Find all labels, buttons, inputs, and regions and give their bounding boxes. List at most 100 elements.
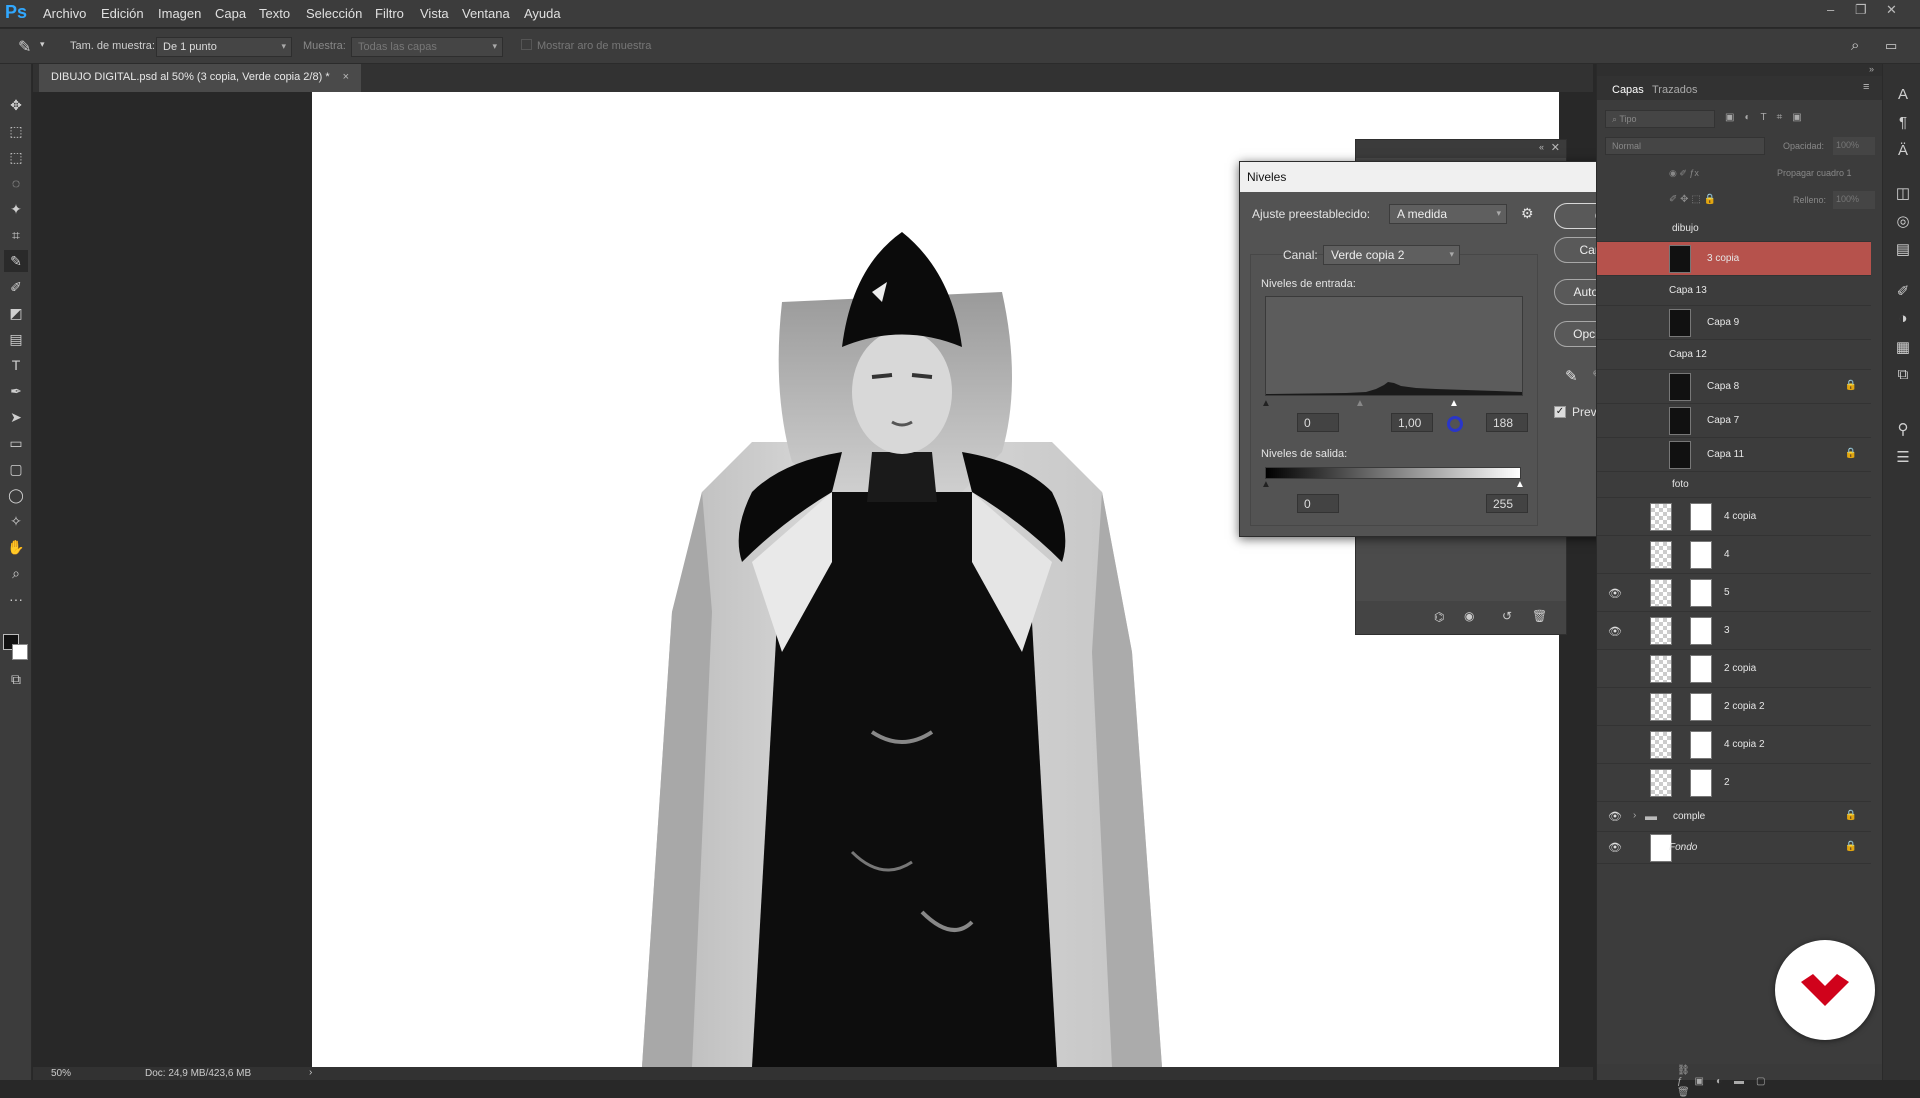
paragraph-panel-icon[interactable]: ¶ xyxy=(1894,114,1912,132)
libraries-panel-icon[interactable]: ▤ xyxy=(1894,240,1912,258)
layer-group-comple[interactable]: 👁 › ▬ comple 🔒 xyxy=(1597,802,1871,832)
path-selection-tool-icon[interactable]: ➤ xyxy=(4,406,28,428)
trash-icon[interactable]: 🗑 xyxy=(1532,609,1547,623)
ellipse-tool-icon[interactable]: ◯ xyxy=(4,484,28,506)
zoom-tool-icon[interactable]: ⌕ xyxy=(4,562,28,584)
menu-ventana[interactable]: Ventana xyxy=(462,6,510,21)
magic-wand-tool-icon[interactable]: ✦ xyxy=(4,198,28,220)
menu-vista[interactable]: Vista xyxy=(420,6,449,21)
input-black-field[interactable]: 0 xyxy=(1297,413,1339,432)
menu-filtro[interactable]: Filtro xyxy=(375,6,404,21)
menu-seleccion[interactable]: Selección xyxy=(306,6,362,21)
layer-row[interactable]: 2 xyxy=(1597,764,1871,802)
output-black-slider[interactable]: ▲ xyxy=(1261,479,1271,490)
color-panel-icon[interactable]: ◑ xyxy=(1894,310,1912,328)
close-tab-icon[interactable]: × xyxy=(343,71,349,83)
menu-ayuda[interactable]: Ayuda xyxy=(524,6,561,21)
status-arrow-icon[interactable]: › xyxy=(309,1067,312,1078)
navigator-panel-icon[interactable]: ◎ xyxy=(1894,212,1912,230)
tool-preset-caret-icon[interactable]: ▾ xyxy=(40,39,45,50)
input-white-slider[interactable]: ▲ xyxy=(1449,398,1459,409)
sample-select[interactable]: Todas las capas ▾ xyxy=(351,37,503,57)
layer-row[interactable]: 2 copia 2 xyxy=(1597,688,1871,726)
brush-tool-icon[interactable]: ✐ xyxy=(4,276,28,298)
input-black-slider[interactable]: ▲ xyxy=(1261,398,1271,409)
output-white-field[interactable]: 255 xyxy=(1486,494,1528,513)
lock-icons[interactable]: ◉ ✐ ƒx xyxy=(1669,168,1699,179)
minimize-icon[interactable]: – xyxy=(1827,2,1834,17)
tab-paths[interactable]: Trazados xyxy=(1652,84,1697,96)
panel-menu-icon[interactable]: ≡ xyxy=(1863,81,1869,93)
show-ring-checkbox[interactable] xyxy=(521,39,532,50)
rectangle-tool-icon[interactable]: ▭ xyxy=(4,432,28,454)
crop-tool-icon[interactable]: ⌗ xyxy=(4,224,28,246)
lasso-tool-icon[interactable]: ◌ xyxy=(4,172,28,194)
reset-icon[interactable]: ↺ xyxy=(1502,609,1512,623)
type-tool-icon[interactable]: T xyxy=(4,354,28,376)
properties-panel-icon[interactable]: ☰ xyxy=(1894,448,1912,466)
background-color-swatch[interactable] xyxy=(12,644,28,660)
rounded-rectangle-tool-icon[interactable]: ▢ xyxy=(4,458,28,480)
tab-layers[interactable]: Capas xyxy=(1612,84,1644,96)
custom-shape-tool-icon[interactable]: ✧ xyxy=(4,510,28,532)
layer-row[interactable]: 👁 5 xyxy=(1597,574,1871,612)
eye-icon[interactable]: 👁 xyxy=(1608,810,1622,823)
workspace-icon[interactable]: ▭ xyxy=(1885,38,1897,54)
adjustments-panel-icon[interactable]: ⚲ xyxy=(1894,420,1912,438)
layer-row[interactable]: Capa 9 xyxy=(1597,306,1871,340)
collapse-icon[interactable]: « xyxy=(1539,142,1544,152)
layer-row[interactable]: Capa 11 🔒 xyxy=(1597,438,1871,472)
restore-icon[interactable]: ❐ xyxy=(1855,2,1867,18)
input-white-field[interactable]: 188 xyxy=(1486,413,1528,432)
layer-row[interactable]: 4 xyxy=(1597,536,1871,574)
input-gamma-slider[interactable]: ▲ xyxy=(1355,398,1365,409)
layer-row[interactable]: 4 copia xyxy=(1597,498,1871,536)
menu-texto[interactable]: Texto xyxy=(259,6,290,21)
eyedropper-tool-icon[interactable]: ✎ xyxy=(4,250,28,272)
eye-icon[interactable]: 👁 xyxy=(1608,587,1622,600)
preview-checkbox[interactable]: ✓ xyxy=(1554,406,1566,418)
layer-group-foto[interactable]: foto xyxy=(1597,472,1871,498)
input-gamma-field[interactable]: 1,00 xyxy=(1391,413,1433,432)
character-panel-icon[interactable]: A xyxy=(1894,86,1912,104)
eye-icon[interactable]: 👁 xyxy=(1608,625,1622,638)
pen-tool-icon[interactable]: ✒ xyxy=(4,380,28,402)
gradient-tool-icon[interactable]: ▤ xyxy=(4,328,28,350)
layer-row[interactable]: Capa 8 🔒 xyxy=(1597,370,1871,404)
search-icon[interactable]: ⌕ xyxy=(1851,37,1859,54)
layer-row[interactable]: Capa 13 xyxy=(1597,276,1871,306)
layer-row[interactable]: 👁 Fondo 🔒 xyxy=(1597,832,1871,864)
menu-edicion[interactable]: Edición xyxy=(101,6,144,21)
sample-size-select[interactable]: De 1 punto ▾ xyxy=(156,37,292,57)
layer-row[interactable]: Capa 7 xyxy=(1597,404,1871,438)
output-black-field[interactable]: 0 xyxy=(1297,494,1339,513)
layer-group-dibujo[interactable]: dibujo xyxy=(1597,216,1871,242)
eye-icon[interactable]: 👁 xyxy=(1608,841,1622,854)
more-tools-icon[interactable]: ··· xyxy=(4,588,28,610)
swatches-panel-icon[interactable]: ▦ xyxy=(1894,338,1912,356)
layer-row[interactable]: 👁 3 xyxy=(1597,612,1871,650)
visibility-icon[interactable]: ◉ xyxy=(1464,609,1474,623)
filter-icons[interactable]: ▣◐T⌗▣ xyxy=(1725,112,1812,123)
brush-panel-icon[interactable]: ✐ xyxy=(1894,282,1912,300)
preset-select[interactable]: A medida ▾ xyxy=(1389,204,1507,224)
zoom-level[interactable]: 50% xyxy=(51,1068,71,1079)
menu-capa[interactable]: Capa xyxy=(215,6,246,21)
glyphs-panel-icon[interactable]: Ä xyxy=(1894,142,1912,160)
screen-mode-icon[interactable]: ⧉ xyxy=(4,668,28,690)
lock-toggles[interactable]: ✐ ✥ ⬚ 🔒 xyxy=(1669,194,1716,205)
layer-row[interactable]: Capa 12 xyxy=(1597,340,1871,370)
black-eyedropper-icon[interactable]: ✎ xyxy=(1565,367,1578,385)
marquee-tool-icon[interactable]: ⬚ xyxy=(4,146,28,168)
close-window-icon[interactable]: ✕ xyxy=(1886,2,1897,18)
layer-row[interactable]: 2 copia xyxy=(1597,650,1871,688)
layer-filter-select[interactable]: ⌕ Tipo xyxy=(1605,110,1715,128)
close-panel-icon[interactable]: ✕ xyxy=(1551,141,1560,154)
move-tool-icon[interactable]: ✥ xyxy=(4,94,28,116)
blend-mode-select[interactable]: Normal xyxy=(1605,137,1765,155)
output-white-slider[interactable]: ▲ xyxy=(1515,479,1525,490)
collapse-icon[interactable]: » xyxy=(1869,64,1874,74)
layers-footer-icons[interactable]: ⛓ƒ▣◐▬▢🗑 xyxy=(1597,1064,1882,1098)
channel-select[interactable]: Verde copia 2 ▾ xyxy=(1323,245,1460,265)
menu-imagen[interactable]: Imagen xyxy=(158,6,201,21)
